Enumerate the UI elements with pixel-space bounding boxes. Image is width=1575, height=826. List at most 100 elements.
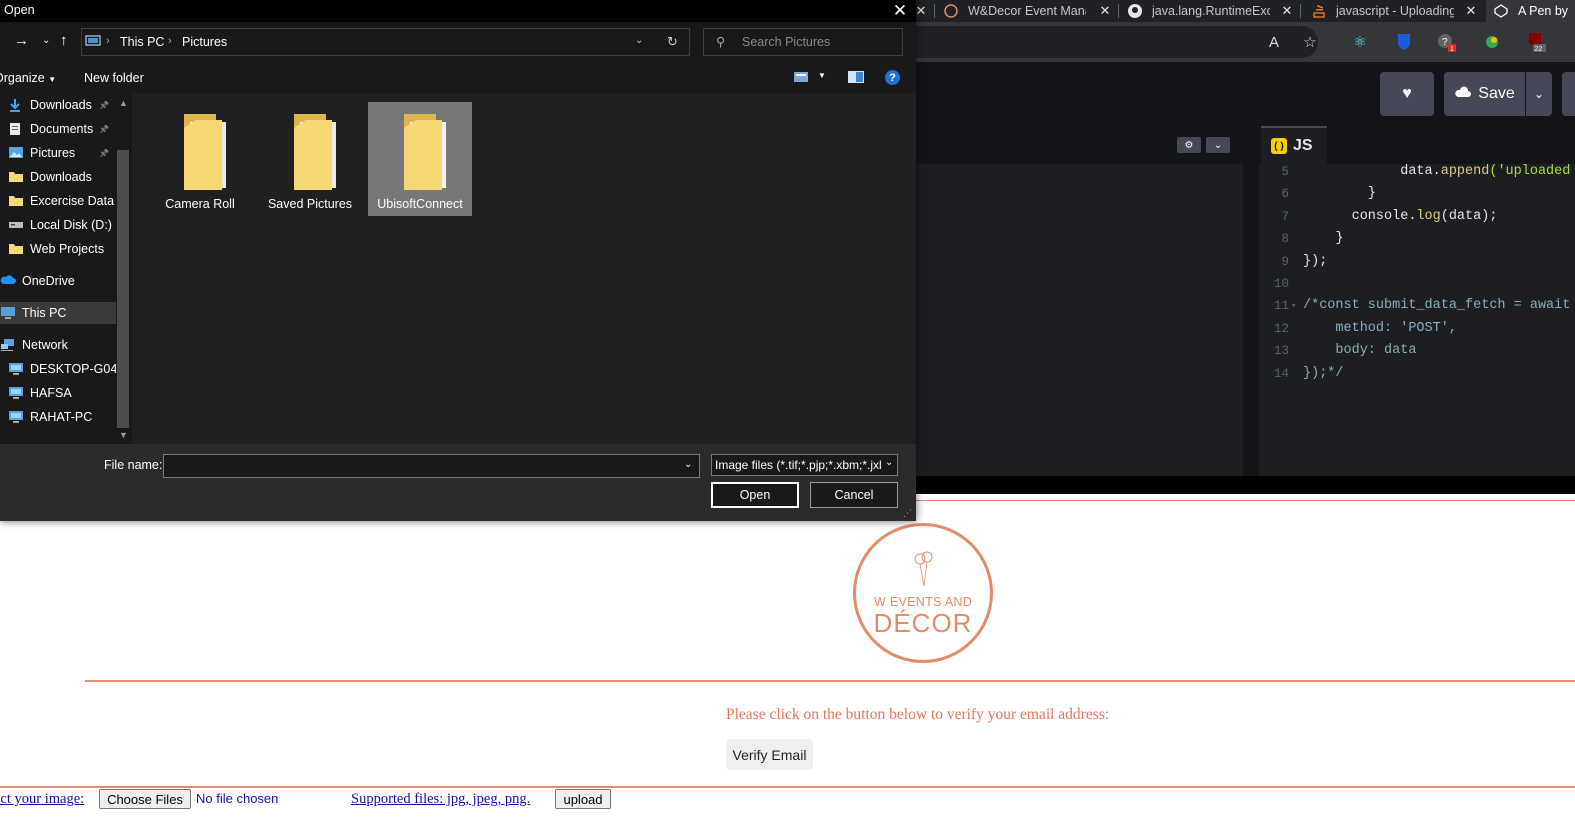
choose-files-button[interactable]: Choose Files [99,789,191,809]
preview-pane-icon[interactable] [848,71,864,86]
chevron-down-icon[interactable]: ⌄ [684,459,692,470]
logo-text-main: DÉCOR [873,608,973,638]
resize-grip-icon[interactable]: ⋰ [903,508,912,519]
editor-resize-handle[interactable] [1243,126,1259,476]
code-line: 13 body: data [1259,340,1575,362]
read-aloud-icon[interactable]: A [1264,32,1284,52]
dialog-command-bar: Organize ▼ New folder ▼ ? [0,62,916,94]
bitwarden-icon[interactable] [1394,32,1414,52]
navigation-pane: ▲ ▼ Downloads 📌 Documents 📌 Pictures 📌 Downloa… [0,94,131,444]
code-token: console. [1303,208,1417,224]
fold-toggle-icon[interactable]: ▾ [1291,295,1296,317]
code-line: 8 } [1259,228,1575,250]
organize-menu[interactable]: Organize ▼ [0,71,56,85]
chevron-down-icon[interactable]: ⌄ [883,457,896,468]
caret-down-icon[interactable]: ▼ [818,71,826,80]
nav-item-downloads[interactable]: Downloads 📌 [0,94,116,116]
chevron-down-icon[interactable]: ⌄ [635,35,643,46]
verify-email-button[interactable]: Verify Email [726,739,813,770]
save-options-button[interactable]: ⌄ [1526,72,1552,116]
line-number: 14 [1273,366,1289,381]
js-editor-pane: ( ) JS 5 data.append('uploaded 6 } 7 conso… [1259,126,1575,476]
editor-collapse-button[interactable]: ⌄ [1206,137,1230,153]
scroll-up-icon[interactable]: ▲ [116,98,131,108]
file-type-select[interactable]: Image files (*.tif;*.pjp;*.xbm;*.jxl [711,454,898,476]
refresh-icon[interactable]: ↻ [667,34,678,50]
tab-codepen[interactable]: A Pen by [1486,0,1575,22]
tab-js[interactable]: ( ) JS [1261,126,1327,164]
close-icon[interactable]: ✕ [1096,3,1114,19]
code-text: } [1303,228,1343,250]
nav-item-excercise-data-sc[interactable]: Excercise Data Sc [0,190,116,212]
nav-item-onedrive[interactable]: OneDrive [0,270,116,292]
code-text: console.log(data); [1303,206,1498,228]
js-code[interactable]: 5 data.append('uploaded 6 } 7 console.log(… [1259,161,1575,385]
new-folder-button[interactable]: New folder [84,71,144,85]
nav-item-local-disk-d[interactable]: Local Disk (D:) [0,214,116,236]
select-image-label[interactable]: ect your image: [0,791,84,808]
nav-item-downloads[interactable]: Downloads [0,166,116,188]
nav-item-hafsa[interactable]: HAFSA [0,382,116,404]
nav-item-pictures[interactable]: Pictures 📌 [0,142,116,164]
open-button[interactable]: Open [711,482,799,508]
favorite-star-icon[interactable]: ☆ [1300,32,1320,52]
scroll-down-icon[interactable]: ▼ [116,430,131,440]
heart-button[interactable]: ♥ [1380,72,1434,116]
nav-item-network[interactable]: Network [0,334,116,356]
back-arrow-icon[interactable]: → [14,33,29,48]
nav-item-web-projects[interactable]: Web Projects [0,238,116,260]
help-icon[interactable]: ? [885,70,900,85]
up-arrow-icon[interactable]: ↑ [60,33,68,48]
ublock-icon[interactable]: 22 [1526,32,1546,52]
react-devtools-icon[interactable]: ⚛ [1350,32,1370,52]
file-name-input[interactable]: ⌄ [163,454,700,478]
tab-github[interactable]: java.lang.RuntimeExce ✕ [1128,0,1296,22]
view-options-icon[interactable] [794,71,808,86]
cancel-button[interactable]: Cancel [810,482,898,508]
dialog-titlebar[interactable]: Open ✕ [0,0,916,22]
editor-settings-button[interactable]: ⚙ [1177,137,1201,153]
search-input[interactable]: ⚲ Search Pictures [703,28,903,56]
close-icon[interactable]: ✕ [1462,3,1480,19]
nav-item-label: Local Disk (D:) [30,218,112,232]
breadcrumb-pictures[interactable]: Pictures [182,35,227,49]
close-icon[interactable]: ✕ [1278,3,1296,19]
save-button[interactable]: Save [1444,72,1525,116]
nav-item-desktop-g041a[interactable]: DESKTOP-G041A [0,358,116,380]
code-line: 10 [1259,273,1575,295]
scroll-thumb[interactable] [117,150,129,428]
settings-button[interactable] [1562,72,1575,116]
folder-camera-roll[interactable]: Camera Roll [148,102,252,216]
supported-files-label[interactable]: Supported files: jpg, jpeg, png. [351,791,530,808]
folder-icon [8,194,24,208]
tab-wdecor[interactable]: W&Decor Event Mana ✕ [944,0,1114,22]
folder-saved-pictures[interactable]: Saved Pictures [258,102,362,216]
address-breadcrumb[interactable]: › This PC › Pictures ⌄ ↻ [81,28,690,56]
divider [0,786,1575,788]
folder-ubisoftconnect[interactable]: UbisoftConnect [368,102,472,216]
upload-button[interactable]: upload [555,789,611,809]
close-icon[interactable]: ✕ [890,0,910,22]
line-number: 9 [1281,254,1289,269]
line-number: 12 [1273,321,1289,336]
tab-title: W&Decor Event Mana [968,4,1086,18]
tab-stackoverflow[interactable]: javascript - Uploading ✕ [1312,0,1480,22]
extension-globe-icon[interactable] [1482,32,1502,52]
code-token: log [1416,208,1441,224]
nav-item-documents[interactable]: Documents 📌 [0,118,116,140]
nav-item-this-pc[interactable]: This PC [0,302,116,324]
breadcrumb-this-pc[interactable]: This PC [120,35,164,49]
tab-title: javascript - Uploading [1336,4,1454,18]
monitor-icon [8,386,24,400]
cloud-icon [1454,85,1472,103]
recent-dropdown-icon[interactable]: ⌄ [42,34,50,48]
file-list-area[interactable]: Camera Roll Saved Pictures UbisoftConnec… [132,94,916,444]
svg-text:22: 22 [1535,46,1543,52]
navigation-scrollbar[interactable]: ▲ ▼ [116,94,131,444]
nav-item-rahat-pc[interactable]: RAHAT-PC [0,406,116,428]
extension-help-icon[interactable]: ? 1 [1436,32,1456,52]
no-file-status: No file chosen [196,791,279,806]
code-line: 9}); [1259,251,1575,273]
folder-icon [294,114,336,190]
drive-icon [8,218,24,232]
